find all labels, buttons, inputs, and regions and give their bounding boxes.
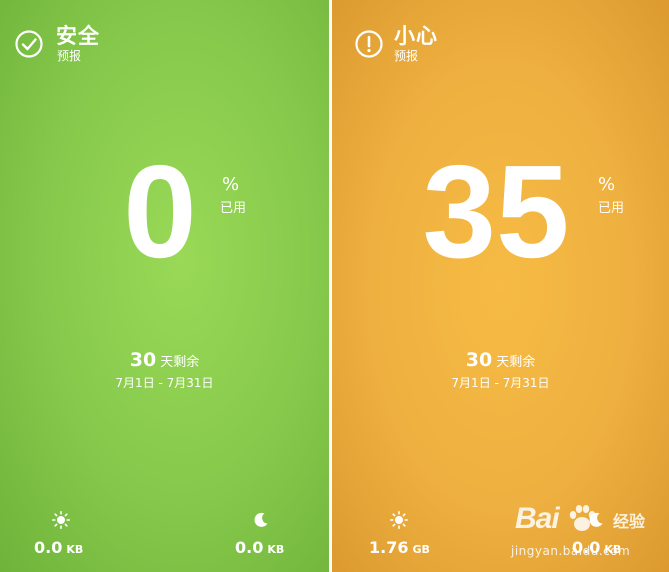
usage-percent-value: 0	[123, 138, 197, 285]
days-remaining: 30 天剩余	[332, 349, 669, 371]
status-title: 安全	[56, 24, 100, 48]
status-title: 小心	[394, 24, 438, 48]
night-usage-value: 0.0	[235, 538, 264, 557]
date-range: 7月1日 - 7月31日	[451, 376, 550, 390]
date-range: 7月1日 - 7月31日	[115, 376, 214, 390]
exclamation-circle-icon	[355, 30, 383, 58]
day-usage-unit: GB	[412, 543, 430, 556]
check-circle-icon	[15, 30, 43, 58]
percent-sign: %	[222, 174, 240, 195]
days-remaining-count: 30	[465, 349, 493, 371]
day-usage-unit: KB	[66, 543, 84, 556]
status-subtitle: 预报	[57, 49, 82, 63]
night-usage-unit: KB	[267, 543, 285, 556]
forecast-panel-safe: 安全 预报 0 % 已用 30 天剩余 7月1日 - 7月31日 0.0 KB 0.…	[0, 0, 329, 572]
day-usage: 1.76 GB	[369, 538, 430, 557]
day-usage-value: 0.0	[34, 538, 63, 557]
sun-icon	[390, 511, 408, 529]
night-usage: 0.0 KB	[235, 538, 284, 557]
paw-icon	[569, 505, 596, 531]
percent-sign: %	[598, 174, 616, 195]
forecast-panel-caution: 小心 预报 35 % 已用 30 天剩余 7月1日 - 7月31日 1.76 GB …	[332, 0, 669, 572]
watermark-url: jingyan.baidu.com	[511, 544, 631, 558]
moon-icon	[254, 512, 268, 527]
watermark-logo: Bai	[515, 502, 560, 535]
baidu-jingyan-watermark: Bai 经验 jingyan.baidu.com	[509, 496, 659, 572]
days-remaining: 30 天剩余	[0, 349, 329, 371]
days-remaining-label: 天剩余	[496, 355, 536, 370]
day-usage: 0.0 KB	[34, 538, 83, 557]
used-label: 已用	[598, 201, 625, 216]
day-usage-value: 1.76	[369, 538, 409, 557]
days-remaining-label: 天剩余	[160, 355, 200, 370]
status-subtitle: 预报	[394, 49, 419, 63]
used-label: 已用	[220, 201, 247, 216]
days-remaining-count: 30	[129, 349, 157, 371]
usage-percent-value: 35	[422, 138, 570, 285]
sun-icon	[52, 511, 70, 529]
watermark-suffix: 经验	[613, 512, 646, 531]
